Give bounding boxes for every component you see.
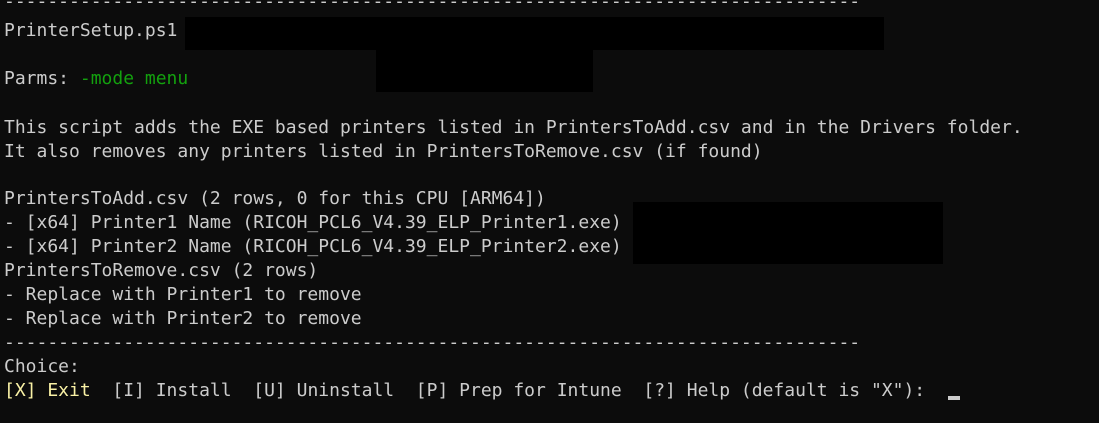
printer-to-remove-item: - Replace with Printer1 to remove <box>4 284 362 305</box>
choice-label: Choice: <box>4 356 80 377</box>
cursor-icon <box>948 396 960 400</box>
default-option-exit: [X] Exit <box>4 380 91 401</box>
redacted-block <box>185 17 884 50</box>
redacted-block <box>376 50 593 92</box>
printer-to-remove-item: - Replace with Printer2 to remove <box>4 308 362 329</box>
printers-to-add-header: PrintersToAdd.csv (2 rows, 0 for this CP… <box>4 188 546 209</box>
parms-value: -mode menu <box>79 68 189 89</box>
parms-label: Parms: <box>4 68 80 89</box>
description-line: This script adds the EXE based printers … <box>4 117 1023 138</box>
script-name: PrinterSetup.ps1 <box>4 20 178 41</box>
printers-to-remove-header: PrintersToRemove.csv (2 rows) <box>4 260 319 281</box>
separator-top: ----------------------------------------… <box>4 0 861 12</box>
menu-prompt[interactable]: [X] Exit [I] Install [U] Uninstall [P] P… <box>4 379 936 403</box>
printer-to-add-item: - [x64] Printer1 Name (RICOH_PCL6_V4.39_… <box>4 212 622 233</box>
redacted-block <box>633 202 943 264</box>
description-line: It also removes any printers listed in P… <box>4 141 763 162</box>
parms-line: Parms: -mode menu <box>4 67 188 91</box>
printer-to-add-item: - [x64] Printer2 Name (RICOH_PCL6_V4.39_… <box>4 236 622 257</box>
terminal-window[interactable]: ----------------------------------------… <box>0 0 1099 423</box>
separator-bottom: ----------------------------------------… <box>4 332 861 353</box>
menu-options: [I] Install [U] Uninstall [P] Prep for I… <box>90 380 936 401</box>
